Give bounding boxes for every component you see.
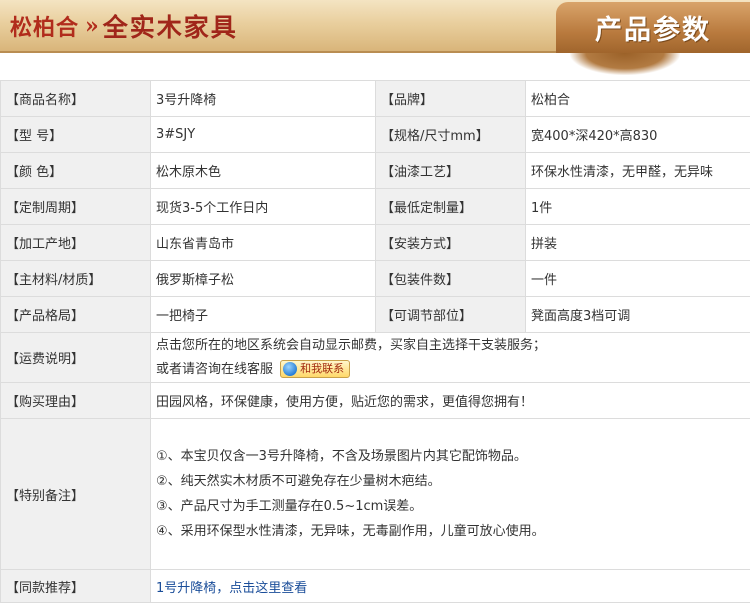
spec-value: 1件	[525, 188, 750, 225]
spec-label: 【包装件数】	[375, 260, 526, 297]
note-item: ④、采用环保型水性清漆，无异味，无毒副作用，儿童可放心使用。	[156, 524, 545, 539]
brand-separator: »	[85, 13, 99, 39]
contact-seller-button[interactable]: 和我联系	[280, 360, 351, 378]
recommend-cell: 1号升降椅，点击这里查看	[150, 569, 750, 603]
spec-label: 【油漆工艺】	[375, 152, 526, 189]
tab-decoration	[570, 53, 680, 75]
reason-text: 田园风格，环保健康，使用方便，贴近您的需求，更值得您拥有！	[150, 382, 750, 419]
reason-label: 【购买理由】	[0, 382, 151, 419]
table-row: 【颜 色】 松木原木色 【油漆工艺】 环保水性清漆，无甲醛，无异味	[0, 152, 750, 189]
table-row: 【定制周期】 现货3-5个工作日内 【最低定制量】 1件	[0, 188, 750, 225]
shipping-text-line1: 点击您所在的地区系统会自动显示邮费，买家自主选择干支装服务；	[156, 337, 547, 353]
spec-label: 【定制周期】	[0, 188, 151, 225]
spec-table: 【商品名称】 3号升降椅 【品牌】 松柏合 【型 号】 3#SJY 【规格/尺寸…	[0, 80, 750, 603]
spec-value: 山东省青岛市	[150, 224, 376, 261]
spec-value: 现货3-5个工作日内	[150, 188, 376, 225]
note-item: ②、纯天然实木材质不可避免存在少量树木疤结。	[156, 474, 441, 489]
brand-logo: 松柏合	[10, 15, 80, 41]
section-tab-title: 产品参数	[595, 15, 711, 46]
reason-row: 【购买理由】 田园风格，环保健康，使用方便，贴近您的需求，更值得您拥有！	[0, 382, 750, 419]
spec-label: 【商品名称】	[0, 80, 151, 117]
brand: 松柏合 » 全实木家具	[10, 9, 238, 43]
spec-label: 【规格/尺寸mm】	[375, 116, 526, 153]
spec-label: 【颜 色】	[0, 152, 151, 189]
spec-value: 松柏合	[525, 80, 750, 117]
notes-label: 【特别备注】	[0, 418, 151, 570]
spec-label: 【可调节部位】	[375, 296, 526, 333]
spec-value: 一把椅子	[150, 296, 376, 333]
spec-value: 俄罗斯樟子松	[150, 260, 376, 297]
spec-label: 【产品格局】	[0, 296, 151, 333]
recommend-label: 【同款推荐】	[0, 569, 151, 603]
spec-label: 【主材料/材质】	[0, 260, 151, 297]
spec-value: 一件	[525, 260, 750, 297]
recommend-row: 【同款推荐】 1号升降椅，点击这里查看	[0, 569, 750, 603]
spec-value: 拼装	[525, 224, 750, 261]
shipping-text-line2: 或者请咨询在线客服 和我联系	[156, 358, 745, 382]
spec-label: 【型 号】	[0, 116, 151, 153]
shipping-info: 点击您所在的地区系统会自动显示邮费，买家自主选择干支装服务； 或者请咨询在线客服…	[150, 332, 750, 383]
table-row: 【商品名称】 3号升降椅 【品牌】 松柏合	[0, 80, 750, 117]
spec-value: 宽400*深420*高830	[525, 116, 750, 153]
header-banner: 松柏合 » 全实木家具 产品参数	[0, 0, 750, 53]
spec-value: 3号升降椅	[150, 80, 376, 117]
table-row: 【型 号】 3#SJY 【规格/尺寸mm】 宽400*深420*高830	[0, 116, 750, 153]
brand-slogan: 全实木家具	[102, 13, 238, 42]
table-row: 【加工产地】 山东省青岛市 【安装方式】 拼装	[0, 224, 750, 261]
shipping-label: 【运费说明】	[0, 332, 151, 383]
recommend-link[interactable]: 1号升降椅，点击这里查看	[156, 581, 307, 596]
shipping-consult-text: 或者请咨询在线客服	[156, 361, 274, 377]
section-tab: 产品参数	[556, 2, 750, 53]
notes-list: ①、本宝贝仅含一3号升降椅，不含及场景图片内其它配饰物品。 ②、纯天然实木材质不…	[150, 418, 750, 570]
notes-row: 【特别备注】 ①、本宝贝仅含一3号升降椅，不含及场景图片内其它配饰物品。 ②、纯…	[0, 418, 750, 570]
spec-label: 【最低定制量】	[375, 188, 526, 225]
spec-value: 凳面高度3档可调	[525, 296, 750, 333]
note-item: ③、产品尺寸为手工测量存在0.5~1cm误差。	[156, 499, 423, 514]
spec-value: 松木原木色	[150, 152, 376, 189]
spec-value: 3#SJY	[150, 116, 376, 153]
table-row: 【产品格局】 一把椅子 【可调节部位】 凳面高度3档可调	[0, 296, 750, 333]
table-row: 【主材料/材质】 俄罗斯樟子松 【包装件数】 一件	[0, 260, 750, 297]
contact-seller-label: 和我联系	[300, 362, 345, 375]
note-item: ①、本宝贝仅含一3号升降椅，不含及场景图片内其它配饰物品。	[156, 449, 527, 464]
spec-value: 环保水性清漆，无甲醛，无异味	[525, 152, 750, 189]
shipping-row: 【运费说明】 点击您所在的地区系统会自动显示邮费，买家自主选择干支装服务； 或者…	[0, 332, 750, 383]
chat-icon	[283, 362, 298, 376]
spec-label: 【加工产地】	[0, 224, 151, 261]
spec-label: 【安装方式】	[375, 224, 526, 261]
spec-label: 【品牌】	[375, 80, 526, 117]
